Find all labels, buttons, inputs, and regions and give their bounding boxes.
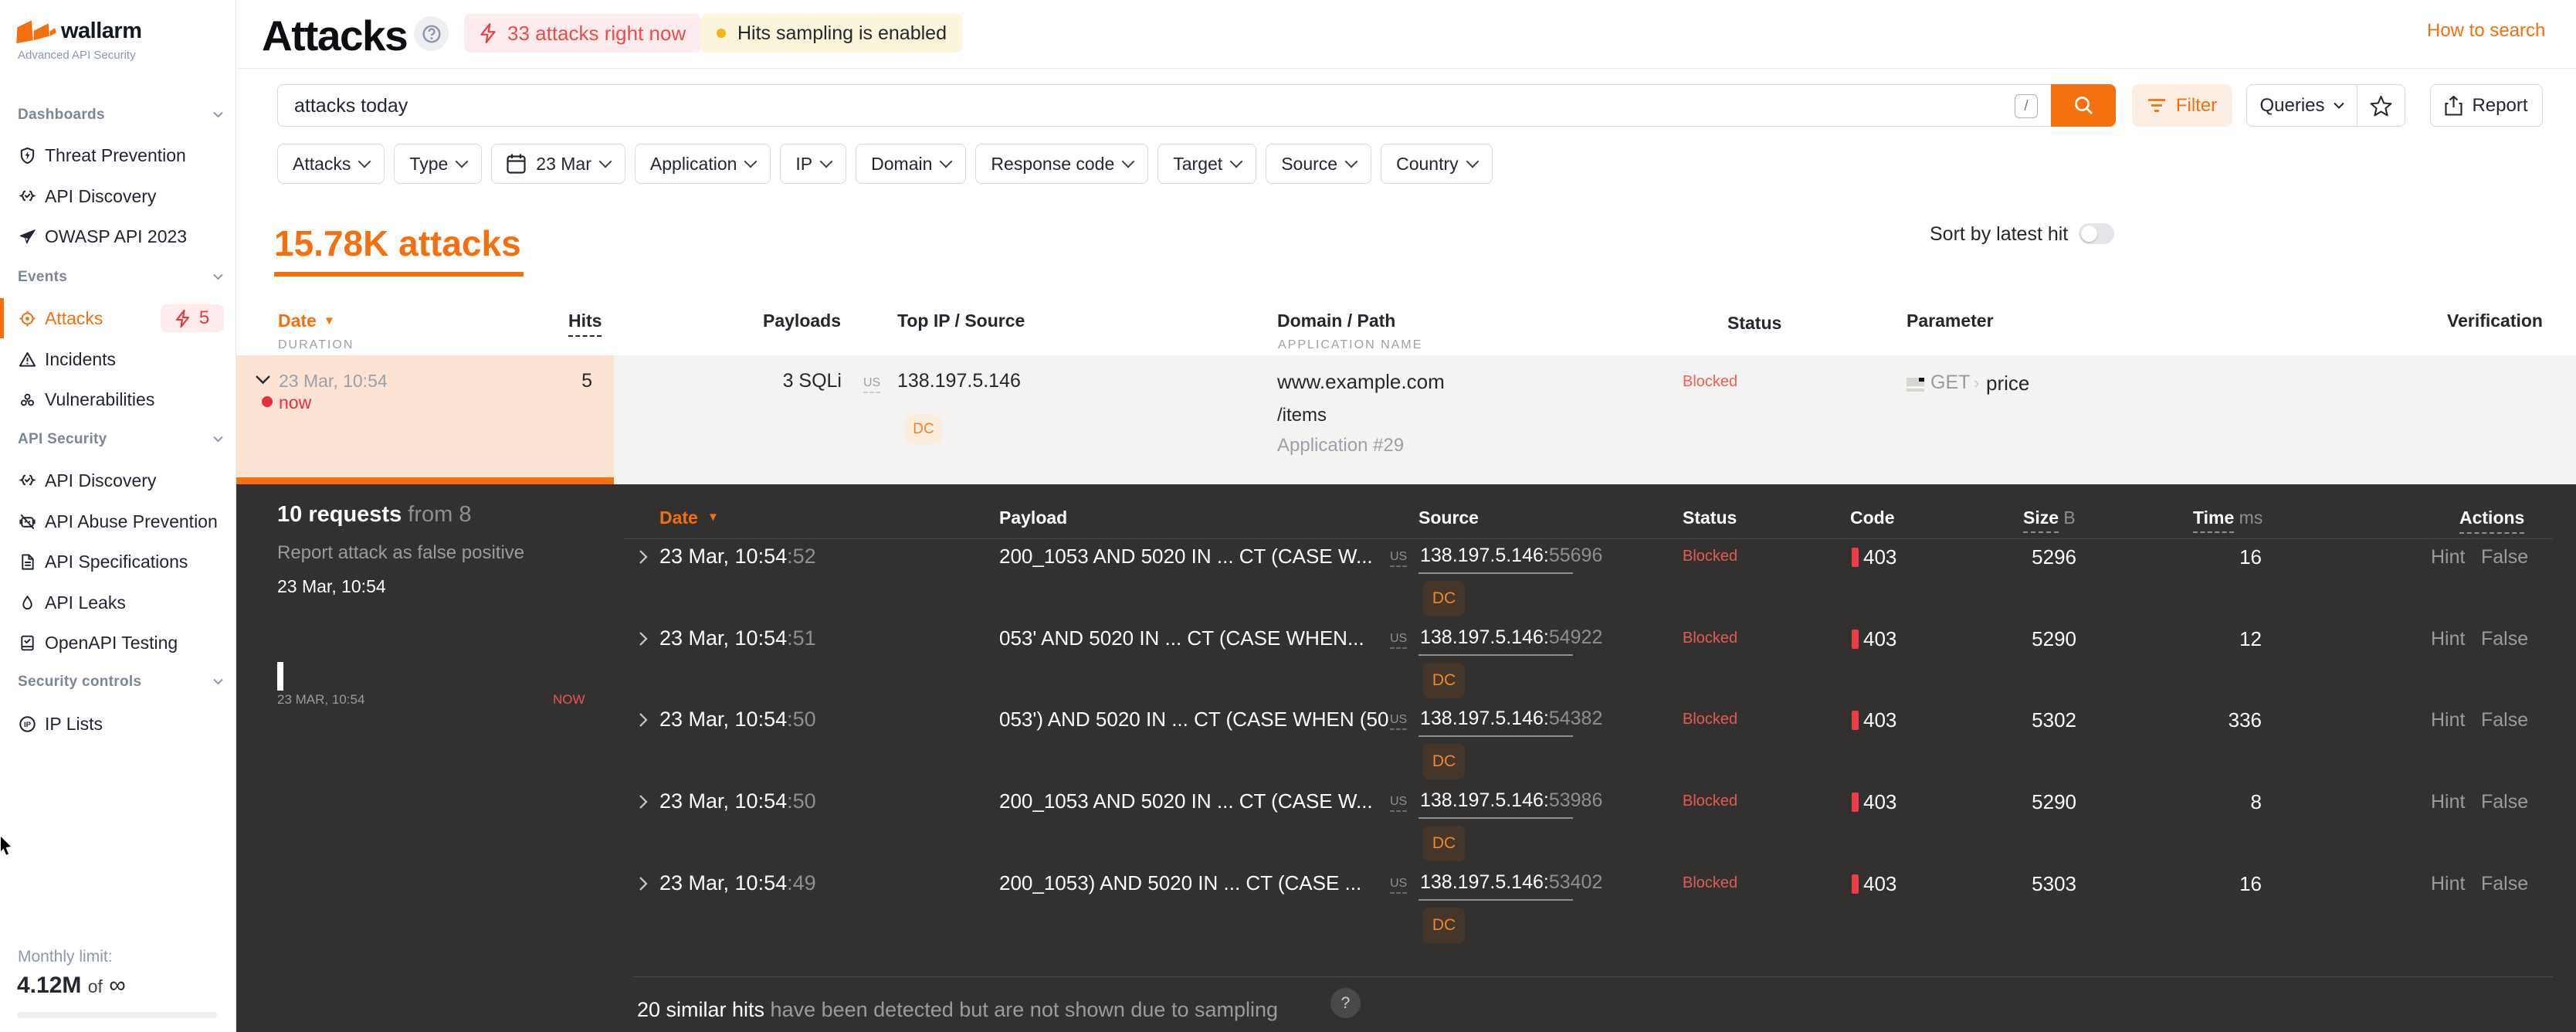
svg-text:IP: IP [24,720,32,728]
